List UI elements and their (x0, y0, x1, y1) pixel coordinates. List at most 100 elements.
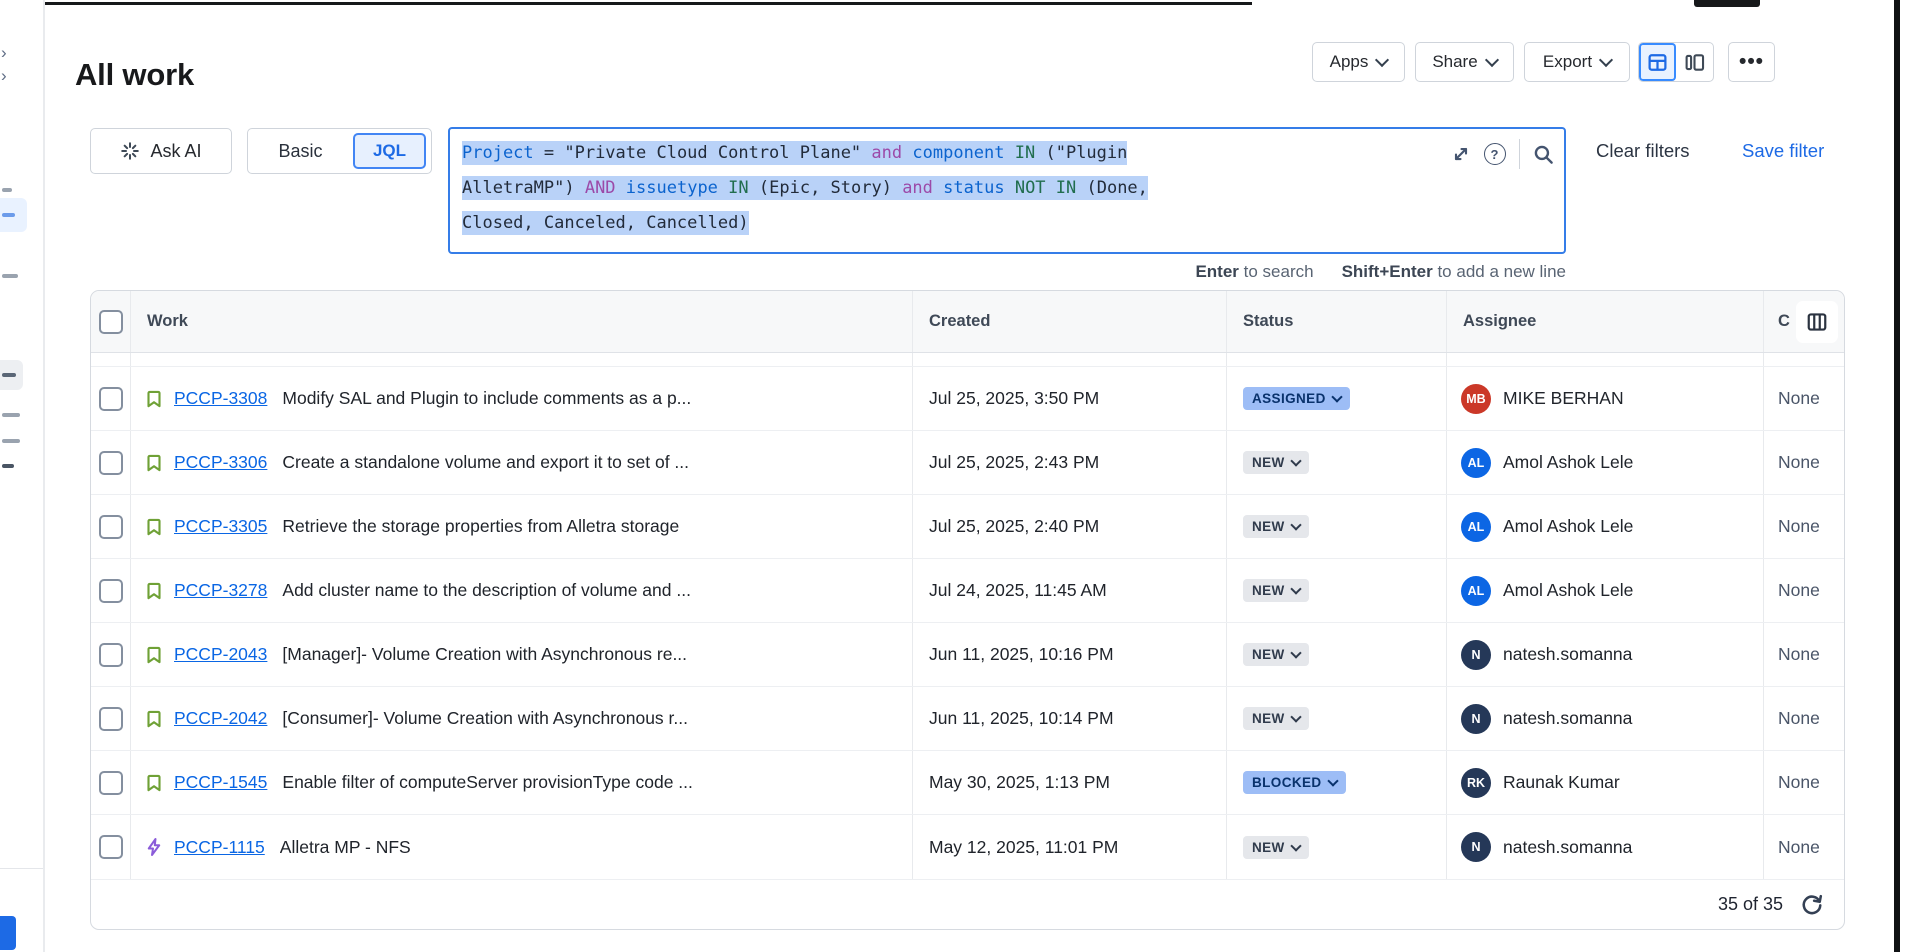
row-checkbox[interactable] (99, 579, 123, 603)
jql-toolbar-divider (1519, 139, 1521, 169)
detail-view-icon (1684, 52, 1705, 73)
row-checkbox[interactable] (99, 707, 123, 731)
status-lozenge[interactable]: NEW (1243, 451, 1309, 474)
sidebar-item-stub[interactable] (2, 188, 12, 192)
table-row[interactable]: PCCP-3308 Modify SAL and Plugin to inclu… (91, 367, 1844, 431)
assignee-cell: AL Amol Ashok Lele (1447, 431, 1764, 494)
jql-token: NOT IN (1015, 178, 1076, 198)
row-checkbox[interactable] (99, 515, 123, 539)
status-lozenge[interactable]: NEW (1243, 707, 1309, 730)
detail-view-toggle[interactable] (1676, 43, 1713, 81)
share-button[interactable]: Share (1415, 42, 1514, 82)
issue-summary: Add cluster name to the description of v… (282, 580, 691, 601)
work-table: Work Created Status Assignee C PCCP-330 (90, 290, 1845, 930)
table-row[interactable]: PCCP-2043 [Manager]- Volume Creation wit… (91, 623, 1844, 687)
sidebar-item-stub[interactable] (2, 439, 20, 443)
status-cell: BLOCKED (1227, 751, 1447, 814)
created-cell: Jul 25, 2025, 2:40 PM (913, 495, 1227, 558)
status-lozenge[interactable]: BLOCKED (1243, 771, 1346, 794)
sidebar-arrow-icon[interactable]: › (1, 71, 7, 81)
more-actions-button[interactable]: ••• (1728, 42, 1775, 82)
status-lozenge[interactable]: NEW (1243, 836, 1309, 859)
apps-button[interactable]: Apps (1312, 42, 1405, 82)
issue-key-link[interactable]: PCCP-3306 (174, 452, 267, 473)
sidebar-sliver: › › (0, 0, 45, 952)
table-row[interactable]: PCCP-3305 Retrieve the storage propertie… (91, 495, 1844, 559)
clear-filters-button[interactable]: Clear filters (1596, 140, 1690, 162)
header-work[interactable]: Work (131, 291, 913, 352)
status-lozenge[interactable]: NEW (1243, 643, 1309, 666)
row-checkbox[interactable] (99, 643, 123, 667)
jql-token (902, 143, 912, 163)
status-lozenge[interactable]: ASSIGNED (1243, 387, 1350, 410)
row-count: 35 of 35 (1718, 894, 1783, 915)
table-row[interactable]: PCCP-1115 Alletra MP - NFS May 12, 2025,… (91, 815, 1844, 879)
created-cell: Jul 25, 2025, 3:50 PM (913, 367, 1227, 430)
ask-ai-label: Ask AI (150, 141, 201, 162)
table-row[interactable]: PCCP-3278 Add cluster name to the descri… (91, 559, 1844, 623)
sidebar-item-stub[interactable] (2, 213, 15, 217)
comments-value: None (1778, 644, 1820, 665)
issue-key-link[interactable]: PCCP-1115 (174, 837, 265, 858)
jql-token: and (871, 143, 902, 163)
basic-mode-button[interactable]: Basic (248, 141, 353, 162)
refresh-button[interactable] (1800, 893, 1824, 917)
sidebar-item-stub[interactable] (2, 373, 16, 377)
issue-key-link[interactable]: PCCP-3305 (174, 516, 267, 537)
comments-cell: None (1764, 367, 1844, 430)
work-cell: PCCP-3278 Add cluster name to the descri… (131, 559, 913, 622)
header-status[interactable]: Status (1227, 291, 1447, 352)
row-checkbox[interactable] (99, 451, 123, 475)
avatar: MB (1461, 384, 1491, 414)
status-lozenge[interactable]: NEW (1243, 579, 1309, 602)
issue-key-link[interactable]: PCCP-2042 (174, 708, 267, 729)
sidebar-item-stub[interactable] (2, 274, 18, 278)
assignee-name: Amol Ashok Lele (1503, 580, 1633, 601)
table-row[interactable]: PCCP-2042 [Consumer]- Volume Creation wi… (91, 687, 1844, 751)
issue-summary: Retrieve the storage properties from All… (282, 516, 679, 537)
jql-token (933, 178, 943, 198)
sidebar-item-stub[interactable] (2, 413, 20, 417)
select-all-checkbox[interactable] (99, 310, 123, 334)
table-view-toggle[interactable] (1639, 43, 1676, 81)
save-filter-button[interactable]: Save filter (1742, 140, 1824, 162)
apps-button-label: Apps (1330, 52, 1369, 72)
ask-ai-button[interactable]: Ask AI (90, 128, 232, 174)
avatar: AL (1461, 512, 1491, 542)
avatar: N (1461, 640, 1491, 670)
table-row[interactable]: PCCP-1545 Enable filter of computeServer… (91, 751, 1844, 815)
table-header-row: Work Created Status Assignee C (91, 291, 1844, 353)
jql-input[interactable]: Project = "Private Cloud Control Plane" … (448, 127, 1566, 254)
story-icon (144, 517, 164, 537)
issue-key-link[interactable]: PCCP-3308 (174, 388, 267, 409)
header-created[interactable]: Created (913, 291, 1227, 352)
status-lozenge[interactable]: NEW (1243, 515, 1309, 538)
row-checkbox[interactable] (99, 835, 123, 859)
syntax-help-icon[interactable]: ? (1484, 143, 1506, 165)
sidebar-arrow-icon[interactable]: › (1, 48, 7, 58)
assignee-cell: MB MIKE BERHAN (1447, 367, 1764, 430)
issue-key-link[interactable]: PCCP-3278 (174, 580, 267, 601)
row-checkbox[interactable] (99, 771, 123, 795)
row-checkbox-cell (91, 495, 131, 558)
search-icon[interactable] (1533, 144, 1554, 165)
header-assignee[interactable]: Assignee (1447, 291, 1764, 352)
sidebar-item-stub[interactable] (2, 464, 14, 468)
jql-token: Project (462, 143, 534, 163)
issue-key-link[interactable]: PCCP-2043 (174, 644, 267, 665)
table-row[interactable]: PCCP-3306 Create a standalone volume and… (91, 431, 1844, 495)
hint-enter-text: to search (1239, 262, 1314, 281)
row-checkbox[interactable] (99, 387, 123, 411)
issue-key-link[interactable]: PCCP-1545 (174, 772, 267, 793)
expand-editor-icon[interactable] (1451, 144, 1471, 164)
story-icon (144, 389, 164, 409)
created-value: Jul 25, 2025, 2:43 PM (929, 452, 1099, 473)
header-assignee-label: Assignee (1463, 312, 1536, 331)
sidebar-bottom-button[interactable] (0, 916, 16, 950)
comments-cell: None (1764, 495, 1844, 558)
column-config-button[interactable] (1796, 301, 1838, 343)
jql-mode-button[interactable]: JQL (353, 133, 426, 169)
comments-value: None (1778, 388, 1820, 409)
created-cell: Jun 11, 2025, 10:16 PM (913, 623, 1227, 686)
export-button[interactable]: Export (1524, 42, 1630, 82)
